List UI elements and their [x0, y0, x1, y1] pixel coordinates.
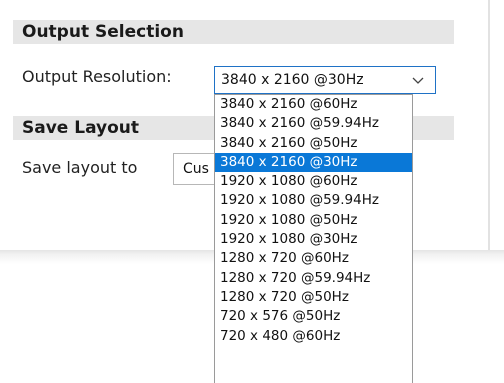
resolution-option[interactable]: 1920 x 1080 @60Hz	[215, 172, 412, 191]
output-selection-header: Output Selection	[13, 20, 454, 44]
output-resolution-value: 3840 x 2160 @30Hz	[221, 72, 364, 88]
resolution-option[interactable]: 3840 x 2160 @59.94Hz	[215, 114, 412, 133]
save-layout-label: Save layout to	[22, 158, 138, 177]
output-settings-screen: Output Selection Output Resolution: 3840…	[0, 0, 504, 383]
save-layout-field-value: Cus	[183, 161, 209, 177]
resolution-option[interactable]: 720 x 480 @60Hz	[215, 327, 412, 346]
resolution-option[interactable]: 3840 x 2160 @50Hz	[215, 134, 412, 153]
save-layout-title: Save Layout	[22, 118, 140, 138]
chevron-down-icon	[412, 77, 424, 84]
output-resolution-select[interactable]: 3840 x 2160 @30Hz	[214, 66, 436, 94]
resolution-option[interactable]: 3840 x 2160 @60Hz	[215, 95, 412, 114]
resolution-option[interactable]: 1280 x 720 @50Hz	[215, 288, 412, 307]
resolution-option[interactable]: 1920 x 1080 @50Hz	[215, 211, 412, 230]
output-resolution-label: Output Resolution:	[22, 67, 172, 86]
resolution-option[interactable]: 720 x 576 @50Hz	[215, 307, 412, 326]
resolution-option[interactable]: 3840 x 2160 @30Hz	[215, 152, 412, 173]
resolution-option[interactable]: 1920 x 1080 @59.94Hz	[215, 191, 412, 210]
output-resolution-dropdown-list[interactable]: 3840 x 2160 @60Hz 3840 x 2160 @59.94Hz 384…	[214, 94, 413, 383]
resolution-option[interactable]: 1280 x 720 @59.94Hz	[215, 269, 412, 288]
resolution-option[interactable]: 1920 x 1080 @30Hz	[215, 230, 412, 249]
resolution-option[interactable]: 1280 x 720 @60Hz	[215, 249, 412, 268]
panel-edge	[488, 0, 490, 252]
output-selection-title: Output Selection	[22, 22, 184, 42]
